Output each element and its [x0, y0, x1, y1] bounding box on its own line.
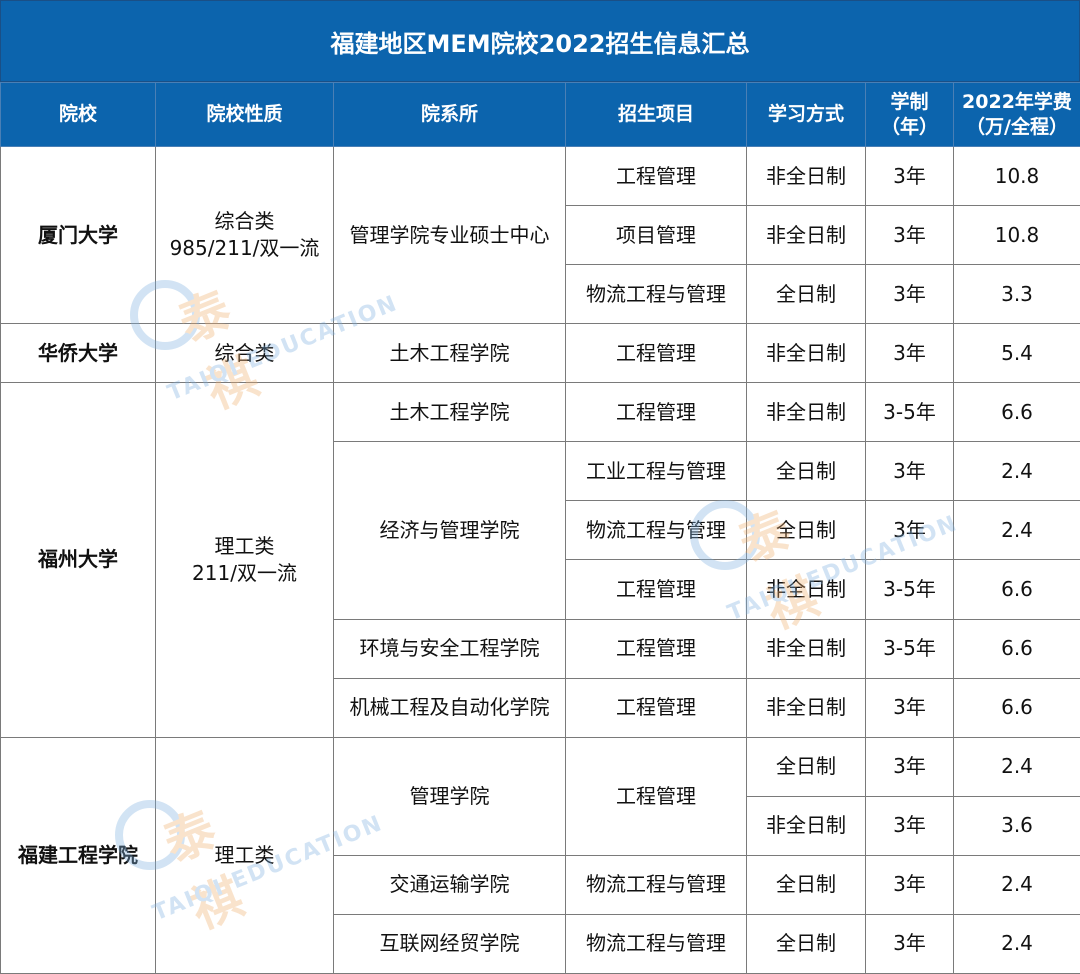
- table-row: 福建工程学院 理工类 管理学院 工程管理 全日制 3年 2.4: [0, 736, 1080, 974]
- school-name: 福建工程学院: [0, 736, 156, 974]
- table-title: 福建地区MEM院校2022招生信息汇总: [0, 0, 1080, 82]
- fee: 3.6: [953, 795, 1080, 856]
- table-row: 厦门大学 综合类 985/211/双一流 管理学院专业硕士中心 工程管理 非全日…: [0, 145, 1080, 325]
- department: 环境与安全工程学院: [333, 618, 566, 679]
- study-mode: 非全日制: [746, 205, 866, 266]
- department: 机械工程及自动化学院: [333, 677, 566, 738]
- header-years: 学制 （年）: [865, 82, 954, 147]
- years: 3年: [865, 441, 954, 502]
- header-study-mode: 学习方式: [746, 82, 866, 147]
- fee: 2.4: [953, 500, 1080, 561]
- fee: 6.6: [953, 382, 1080, 443]
- study-mode: 非全日制: [746, 677, 866, 738]
- department: 交通运输学院: [333, 854, 566, 915]
- department: 经济与管理学院: [333, 441, 566, 620]
- school-type: 理工类: [155, 736, 334, 974]
- fee: 6.6: [953, 559, 1080, 620]
- study-mode: 非全日制: [746, 559, 866, 620]
- fee: 6.6: [953, 618, 1080, 679]
- years: 3年: [865, 854, 954, 915]
- school-type: 综合类: [155, 323, 334, 384]
- fee: 2.4: [953, 854, 1080, 915]
- department: 土木工程学院: [333, 323, 566, 384]
- header-school: 院校: [0, 82, 156, 147]
- school-type: 理工类 211/双一流: [155, 382, 334, 738]
- header-school-type: 院校性质: [155, 82, 334, 147]
- school-type: 综合类 985/211/双一流: [155, 145, 334, 325]
- enrollment-table: 院校 院校性质 院系所 招生项目 学习方式 学制 （年） 2022年学费 （万/…: [0, 82, 1080, 974]
- study-mode: 全日制: [746, 854, 866, 915]
- program: 工程管理: [565, 736, 747, 856]
- department: 互联网经贸学院: [333, 913, 566, 974]
- fee: 10.8: [953, 205, 1080, 266]
- years: 3年: [865, 795, 954, 856]
- study-mode: 全日制: [746, 500, 866, 561]
- years: 3年: [865, 500, 954, 561]
- study-mode: 全日制: [746, 264, 866, 325]
- program: 工程管理: [565, 618, 747, 679]
- department: 管理学院: [333, 736, 566, 856]
- table-row: 华侨大学 综合类 土木工程学院 工程管理 非全日制 3年 5.4: [0, 323, 1080, 384]
- years: 3年: [865, 323, 954, 384]
- program: 工程管理: [565, 382, 747, 443]
- years: 3年: [865, 677, 954, 738]
- fee: 2.4: [953, 441, 1080, 502]
- years: 3年: [865, 736, 954, 797]
- program: 工程管理: [565, 677, 747, 738]
- program: 项目管理: [565, 205, 747, 266]
- program: 工业工程与管理: [565, 441, 747, 502]
- fee: 10.8: [953, 145, 1080, 207]
- program: 物流工程与管理: [565, 264, 747, 325]
- department: 土木工程学院: [333, 382, 566, 443]
- program: 物流工程与管理: [565, 500, 747, 561]
- program: 物流工程与管理: [565, 913, 747, 974]
- years: 3-5年: [865, 559, 954, 620]
- study-mode: 全日制: [746, 913, 866, 974]
- header-fee: 2022年学费 （万/全程）: [953, 82, 1080, 147]
- program: 工程管理: [565, 559, 747, 620]
- program: 工程管理: [565, 145, 747, 207]
- study-mode: 非全日制: [746, 618, 866, 679]
- fee: 2.4: [953, 913, 1080, 974]
- years: 3-5年: [865, 618, 954, 679]
- fee: 6.6: [953, 677, 1080, 738]
- study-mode: 非全日制: [746, 382, 866, 443]
- department: 管理学院专业硕士中心: [333, 145, 566, 325]
- fee: 3.3: [953, 264, 1080, 325]
- study-mode: 非全日制: [746, 323, 866, 384]
- years: 3年: [865, 913, 954, 974]
- school-name: 福州大学: [0, 382, 156, 738]
- header-program: 招生项目: [565, 82, 747, 147]
- table-row: 福州大学 理工类 211/双一流 土木工程学院 工程管理 非全日制 3-5年 6…: [0, 382, 1080, 738]
- study-mode: 全日制: [746, 441, 866, 502]
- school-name: 厦门大学: [0, 145, 156, 325]
- school-name: 华侨大学: [0, 323, 156, 384]
- years: 3-5年: [865, 382, 954, 443]
- fee: 5.4: [953, 323, 1080, 384]
- program: 物流工程与管理: [565, 854, 747, 915]
- program: 工程管理: [565, 323, 747, 384]
- study-mode: 全日制: [746, 736, 866, 797]
- study-mode: 非全日制: [746, 795, 866, 856]
- years: 3年: [865, 205, 954, 266]
- years: 3年: [865, 145, 954, 207]
- header-department: 院系所: [333, 82, 566, 147]
- header-row: 院校 院校性质 院系所 招生项目 学习方式 学制 （年） 2022年学费 （万/…: [0, 82, 1080, 147]
- study-mode: 非全日制: [746, 145, 866, 207]
- fee: 2.4: [953, 736, 1080, 797]
- years: 3年: [865, 264, 954, 325]
